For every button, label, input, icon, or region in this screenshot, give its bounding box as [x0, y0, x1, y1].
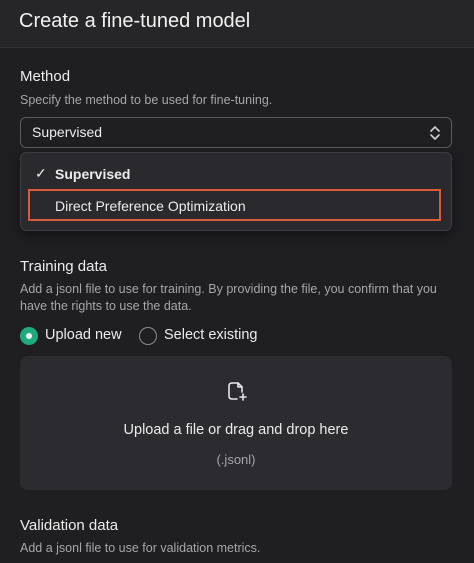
radio-unselected-icon: [139, 327, 157, 345]
dialog-header: Create a fine-tuned model: [0, 0, 474, 48]
option-label: Supervised: [55, 166, 131, 182]
radio-selected-icon: [20, 327, 38, 345]
method-select-value: Supervised: [32, 124, 103, 140]
radio-select-existing[interactable]: Select existing: [139, 325, 269, 347]
chevron-up-down-icon: [430, 126, 440, 140]
validation-data-description: Add a jsonl file to use for validation m…: [20, 541, 261, 555]
radio-label: Select existing: [164, 327, 258, 343]
dropzone-file-type: (.jsonl): [216, 452, 256, 467]
method-description: Specify the method to be used for fine-t…: [20, 93, 273, 107]
dropzone-main-text: Upload a file or drag and drop here: [123, 422, 349, 438]
file-plus-icon: [228, 382, 247, 401]
method-label: Method: [20, 68, 71, 85]
training-data-description: Add a jsonl file to use for training. By…: [20, 282, 437, 313]
file-dropzone[interactable]: Upload a file or drag and drop here (.js…: [20, 356, 452, 490]
option-supervised[interactable]: ✓ Supervised: [21, 159, 451, 189]
method-select[interactable]: Supervised: [20, 117, 452, 148]
page-title: Create a fine-tuned model: [19, 10, 251, 32]
validation-data-label: Validation data: [20, 517, 119, 534]
check-icon: ✓: [35, 165, 47, 181]
highlight-annotation: [28, 189, 441, 221]
training-data-label: Training data: [20, 258, 107, 275]
radio-upload-new[interactable]: Upload new: [20, 325, 130, 347]
radio-label: Upload new: [45, 327, 122, 343]
